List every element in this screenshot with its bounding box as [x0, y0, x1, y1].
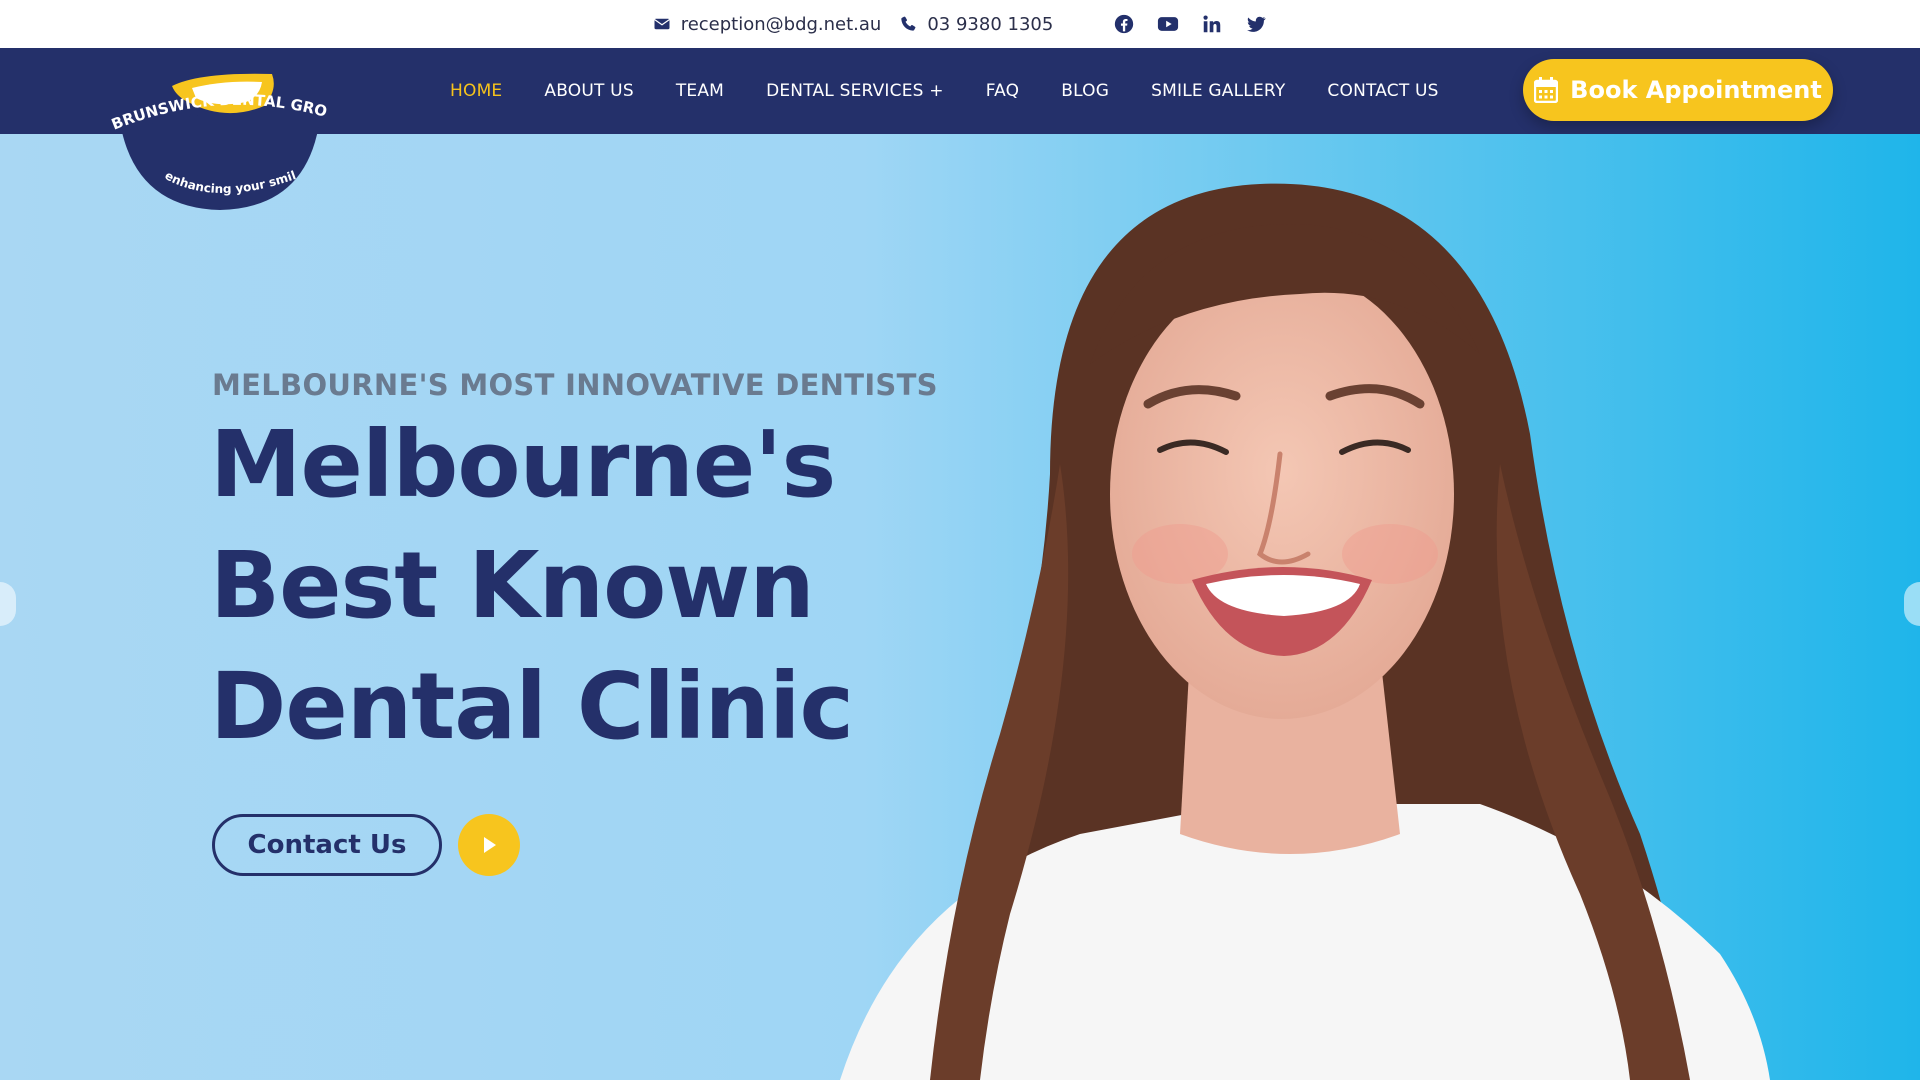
facebook-icon[interactable] — [1113, 13, 1135, 35]
phone-text: 03 9380 1305 — [927, 13, 1054, 35]
hero-eyebrow: MELBOURNE'S MOST INNOVATIVE DENTISTS — [212, 368, 938, 402]
nav-blog[interactable]: BLOG — [1061, 81, 1109, 101]
hero-headline: Melbourne's Best Known Dental Clinic — [210, 404, 930, 767]
linkedin-icon[interactable] — [1201, 13, 1223, 35]
headline-line-1: Melbourne's — [210, 411, 836, 518]
nav-smile-gallery[interactable]: SMILE GALLERY — [1151, 81, 1285, 101]
youtube-icon[interactable] — [1157, 13, 1179, 35]
book-appointment-label: Book Appointment — [1570, 76, 1822, 104]
nav-dental-services[interactable]: DENTAL SERVICES + — [766, 81, 944, 101]
hero-contact-us-button[interactable]: Contact Us — [212, 814, 442, 876]
social-links — [1113, 13, 1267, 35]
envelope-icon — [653, 18, 670, 30]
nav-team[interactable]: TEAM — [676, 81, 724, 101]
play-icon — [484, 837, 496, 853]
nav-about-us[interactable]: ABOUT US — [544, 81, 633, 101]
hero-banner: MELBOURNE'S MOST INNOVATIVE DENTISTS Mel… — [0, 134, 1920, 1080]
hero-woman-portrait — [840, 183, 1770, 1080]
video-play-button[interactable] — [458, 814, 520, 876]
nav-home[interactable]: HOME — [450, 81, 502, 101]
slider-next-arrow[interactable] — [1904, 582, 1920, 626]
email-link[interactable]: reception@bdg.net.au — [653, 13, 882, 35]
headline-line-3: Dental Clinic — [210, 653, 854, 760]
top-contact-bar: reception@bdg.net.au 03 9380 1305 — [0, 0, 1920, 48]
calendar-icon — [1534, 77, 1559, 103]
brunswick-dental-logo[interactable]: BRUNSWICK DENTAL GROUP enhancing your sm… — [90, 44, 336, 226]
phone-link[interactable]: 03 9380 1305 — [899, 14, 1053, 35]
twitter-icon[interactable] — [1245, 13, 1267, 35]
nav-contact-us[interactable]: CONTACT US — [1327, 81, 1438, 101]
phone-icon — [901, 16, 916, 31]
book-appointment-button[interactable]: Book Appointment — [1523, 59, 1833, 121]
slider-prev-arrow[interactable] — [0, 582, 16, 626]
main-navigation-bar: BRUNSWICK DENTAL GROUP enhancing your sm… — [0, 44, 1920, 210]
email-text: reception@bdg.net.au — [680, 13, 882, 35]
nav-faq[interactable]: FAQ — [986, 81, 1020, 101]
primary-nav: HOME ABOUT US TEAM DENTAL SERVICES + FAQ… — [450, 48, 1481, 134]
headline-line-2: Best Known — [210, 532, 815, 639]
